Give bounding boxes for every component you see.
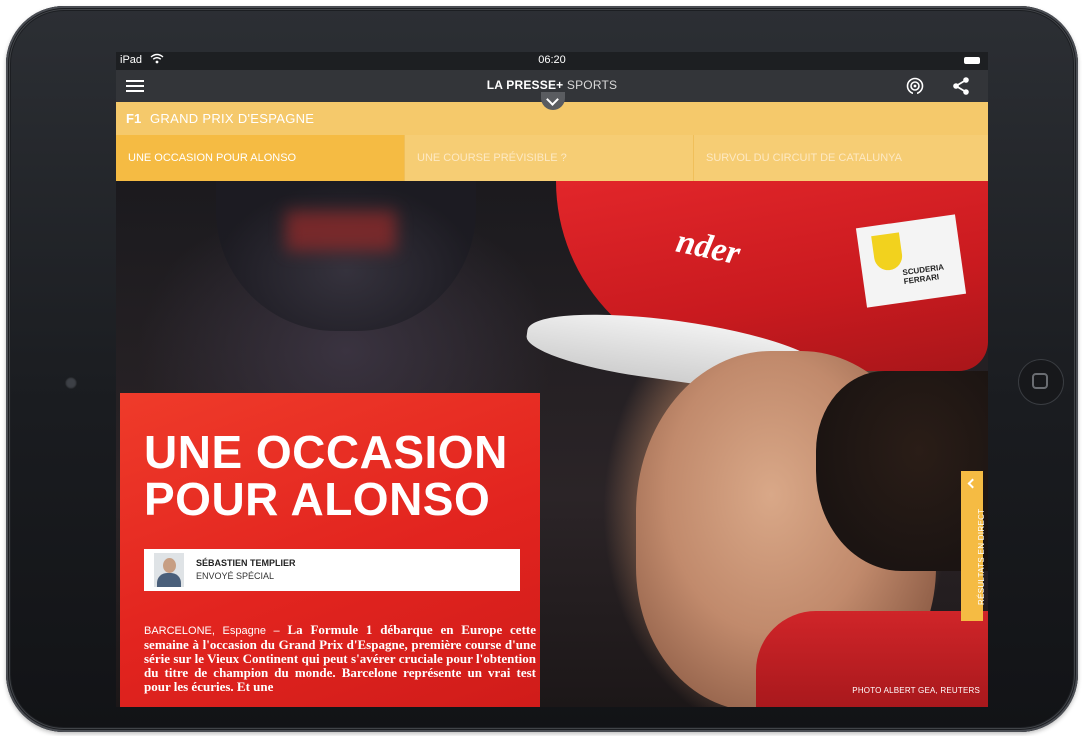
live-results-label: RÉSULTATS EN DIRECT — [977, 508, 986, 605]
author-avatar — [154, 553, 184, 587]
article-dateline: BARCELONE, Espagne – — [144, 625, 280, 637]
wifi-icon — [150, 53, 164, 67]
device-name: iPad — [120, 54, 143, 66]
article-headline: UNE OCCASION POUR ALONSO — [144, 426, 508, 525]
chevron-down-icon — [546, 93, 559, 106]
status-time: 06:20 — [538, 54, 566, 66]
headline-panel: UNE OCCASION POUR ALONSO SÉBASTIEN TEMPL… — [120, 393, 540, 707]
screen: iPad 06:20 LA PRESSE+ SPORTS F1 GRAND PR… — [116, 52, 988, 707]
tab-label: UNE OCCASION POUR ALONSO — [128, 152, 297, 164]
tab-label: UNE COURSE PRÉVISIBLE ? — [417, 152, 567, 164]
status-bar: iPad 06:20 — [116, 52, 988, 70]
brand-section: SPORTS — [566, 78, 618, 92]
prancing-horse-shield-icon — [871, 232, 904, 272]
cap-team-badge: SCUDERIA FERRARI — [855, 214, 967, 308]
background-driver-cap — [216, 181, 476, 331]
article-lede: BARCELONE, Espagne – La Formule 1 débarq… — [144, 623, 536, 694]
author-card[interactable]: SÉBASTIEN TEMPLIER ENVOYÉ SPÉCIAL — [144, 549, 520, 591]
background-cap-logo — [286, 211, 396, 251]
author-role: ENVOYÉ SPÉCIAL — [196, 571, 275, 581]
audio-icon[interactable] — [906, 77, 924, 95]
front-camera — [65, 377, 77, 389]
section-prefix: F1 — [126, 111, 142, 126]
hero-photo: nder SCUDERIA FERRARI UNE OCCASION POUR A… — [116, 181, 988, 707]
menu-icon[interactable] — [126, 77, 144, 95]
home-button-icon — [1032, 373, 1048, 389]
section-title: GRAND PRIX D'ESPAGNE — [150, 111, 315, 126]
chevron-left-icon — [967, 478, 978, 489]
app-brand: LA PRESSE+ SPORTS — [487, 78, 617, 92]
live-results-tab[interactable]: RÉSULTATS EN DIRECT — [961, 471, 986, 621]
tab-label: SURVOL DU CIRCUIT DE CATALUNYA — [706, 152, 902, 164]
badge-wordmark: SCUDERIA FERRARI — [901, 262, 945, 287]
battery-icon — [964, 57, 980, 64]
home-button[interactable] — [1018, 359, 1064, 405]
tab-une-occasion[interactable]: UNE OCCASION POUR ALONSO — [116, 135, 404, 181]
article-tabs: UNE OCCASION POUR ALONSO UNE COURSE PRÉV… — [116, 135, 988, 181]
share-icon[interactable] — [952, 76, 970, 96]
brand-name: LA PRESSE+ — [486, 78, 564, 92]
tab-survol-circuit[interactable]: SURVOL DU CIRCUIT DE CATALUNYA — [693, 135, 988, 181]
photo-credit: PHOTO ALBERT GEA, REUTERS — [852, 686, 980, 695]
tab-course-previsible[interactable]: UNE COURSE PRÉVISIBLE ? — [404, 135, 693, 181]
author-name: SÉBASTIEN TEMPLIER — [196, 558, 296, 568]
